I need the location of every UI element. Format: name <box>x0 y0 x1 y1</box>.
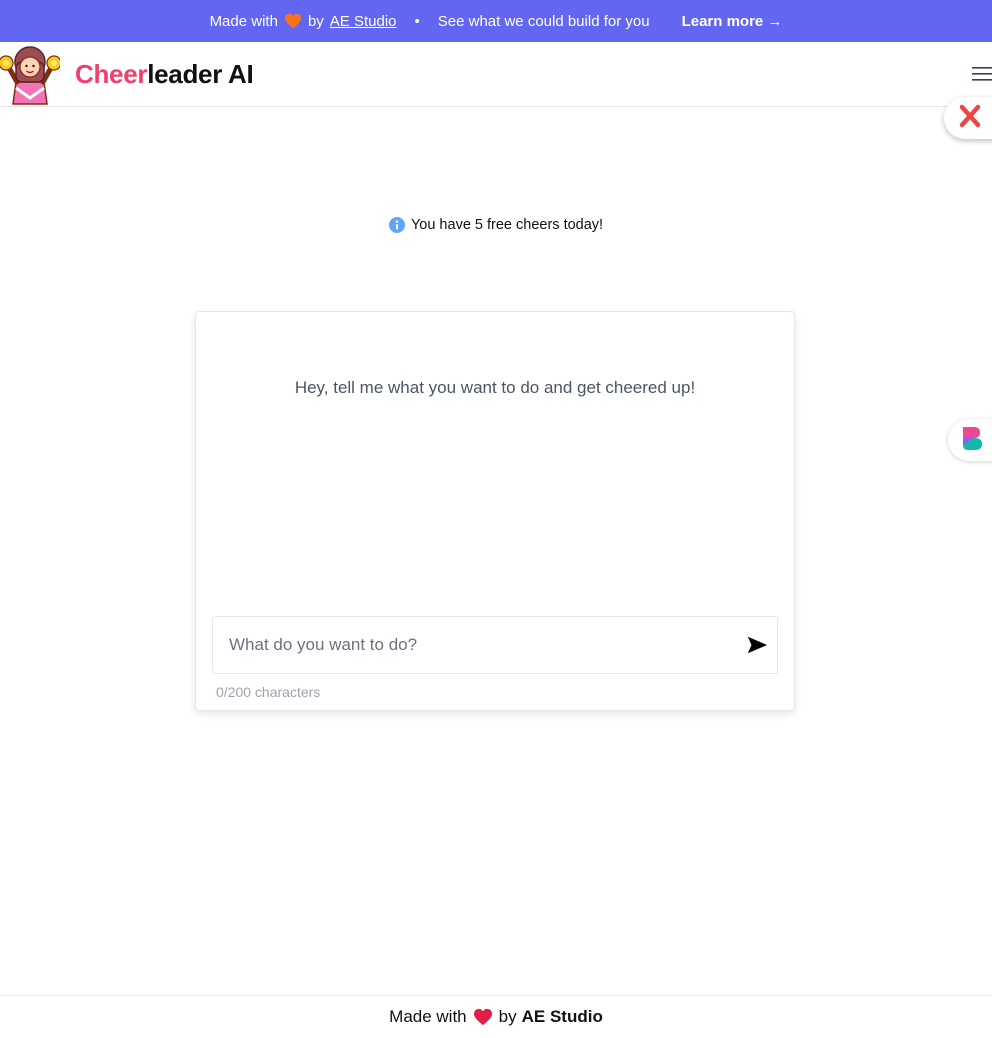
promo-banner: Made with by AE Studio • See what we cou… <box>0 0 992 42</box>
learn-more-link[interactable]: Learn more → <box>682 13 783 30</box>
message-input[interactable] <box>213 617 733 673</box>
notice-text: You have 5 free cheers today! <box>410 217 604 233</box>
heart-icon <box>284 13 302 29</box>
extension-widget-button[interactable] <box>948 419 992 461</box>
heart-icon <box>473 1008 493 1026</box>
brand-name[interactable]: Cheerleader AI <box>75 59 254 90</box>
close-widget-button[interactable] <box>944 97 992 139</box>
cheerleader-logo-icon[interactable] <box>0 42 62 106</box>
chat-prompt: Hey, tell me what you want to do and get… <box>294 378 696 397</box>
chat-card: Hey, tell me what you want to do and get… <box>195 311 795 711</box>
banner-by: by <box>307 12 324 30</box>
send-icon[interactable] <box>746 634 768 656</box>
footer-by: by <box>498 1007 517 1026</box>
free-cheers-notice: You have 5 free cheers today! <box>0 214 992 236</box>
character-counter: 0/200 characters <box>216 684 321 700</box>
close-x-icon <box>958 104 982 133</box>
banner-separator: • <box>414 12 420 30</box>
site-footer: Made with by AE Studio <box>0 995 992 1038</box>
info-icon <box>388 217 405 233</box>
banner-pitch: See what we could build for you <box>437 12 650 30</box>
banner-made-with: Made with <box>209 12 278 30</box>
footer-made-with: Made with <box>389 1007 467 1026</box>
ae-studio-link[interactable]: AE Studio <box>330 13 397 30</box>
extension-logo-icon <box>960 425 984 456</box>
brand-rest: leader AI <box>147 59 254 89</box>
hamburger-menu-icon[interactable] <box>972 66 992 82</box>
site-header: Cheerleader AI <box>0 42 992 107</box>
message-input-wrapper <box>212 616 778 674</box>
footer-ae-studio-link[interactable]: AE Studio <box>522 1007 603 1027</box>
brand-accent: Cheer <box>75 59 148 89</box>
